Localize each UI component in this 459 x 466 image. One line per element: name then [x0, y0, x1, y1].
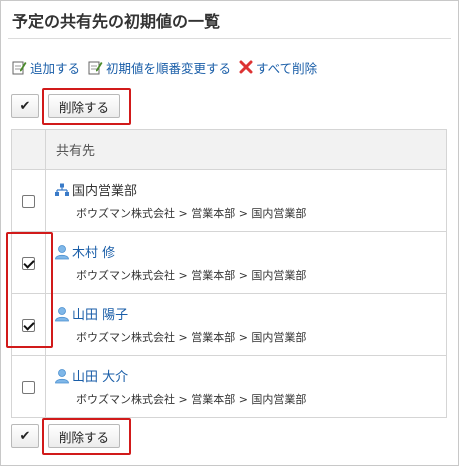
- user-icon: [55, 368, 69, 383]
- checkbox-column-header: [11, 129, 46, 170]
- pencil-note-icon: [88, 61, 103, 74]
- user-icon: [55, 244, 69, 259]
- user-name-link[interactable]: 山田 大介: [72, 366, 128, 385]
- add-link[interactable]: 追加する: [12, 58, 80, 77]
- org-path: ボウズマン株式会社 > 営業本部 > 国内営業部: [76, 393, 307, 406]
- user-name-link[interactable]: 山田 陽子: [72, 304, 128, 323]
- org-path: ボウズマン株式会社 > 営業本部 > 国内営業部: [76, 269, 307, 282]
- check-all-button-top[interactable]: ✔: [11, 94, 39, 118]
- reorder-link[interactable]: 初期値を順番変更する: [88, 58, 231, 77]
- column-header-share-target: 共有先: [45, 129, 447, 170]
- delete-all-link-label: すべて削除: [256, 60, 318, 76]
- toolbar: 追加する 初期値を順番変更する すべて削除: [12, 58, 325, 76]
- delete-all-link[interactable]: すべて削除: [239, 58, 317, 77]
- pencil-note-icon: [12, 61, 27, 74]
- highlight-checked-rows: [6, 232, 53, 348]
- organization-name: 国内営業部: [72, 184, 138, 199]
- table-row: 山田 陽子 ボウズマン株式会社 > 営業本部 > 国内営業部: [11, 293, 447, 356]
- row-checkbox[interactable]: [22, 381, 35, 394]
- user-name-link[interactable]: 木村 修: [72, 242, 115, 261]
- check-all-button-bottom[interactable]: ✔: [11, 424, 39, 448]
- org-path: ボウズマン株式会社 > 営業本部 > 国内営業部: [76, 331, 307, 344]
- title-divider: [8, 38, 451, 39]
- org-chart-icon: [55, 183, 69, 196]
- table-row: 木村 修 ボウズマン株式会社 > 営業本部 > 国内営業部: [11, 231, 447, 294]
- org-path: ボウズマン株式会社 > 営業本部 > 国内営業部: [76, 207, 307, 220]
- add-link-label: 追加する: [30, 60, 81, 76]
- red-x-icon: [239, 60, 253, 74]
- highlight-delete-top: [42, 88, 131, 125]
- table-row: 国内営業部 ボウズマン株式会社 > 営業本部 > 国内営業部: [11, 169, 447, 232]
- share-target-table: 共有先 国内営業部 ボウズマン株式会社 > 営業本部 > 国内営業部 木村 修 …: [11, 129, 447, 418]
- row-checkbox[interactable]: [22, 195, 35, 208]
- user-icon: [55, 306, 69, 321]
- page-title: 予定の共有先の初期値の一覧: [12, 12, 221, 31]
- table-row: 山田 大介 ボウズマン株式会社 > 営業本部 > 国内営業部: [11, 355, 447, 418]
- reorder-link-label: 初期値を順番変更する: [106, 60, 232, 76]
- highlight-delete-bottom: [42, 418, 131, 455]
